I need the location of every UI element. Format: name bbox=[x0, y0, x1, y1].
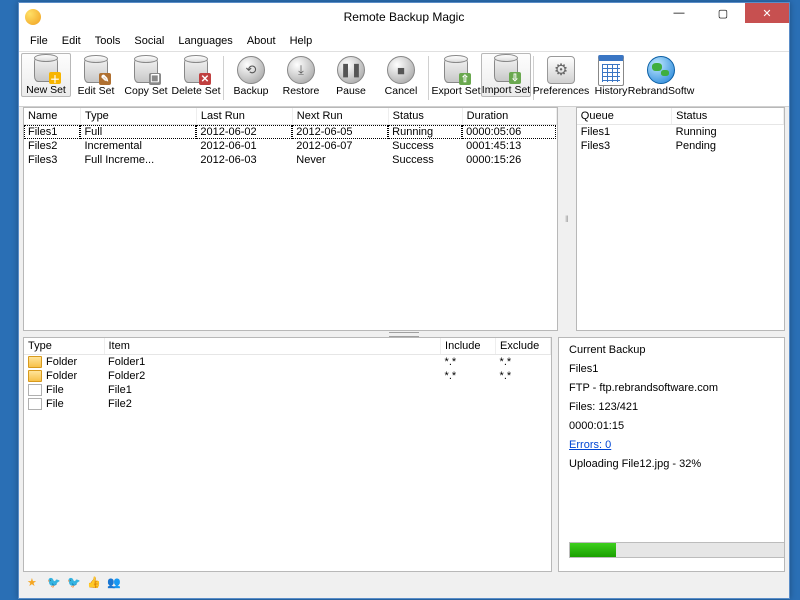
copy-set-label: Copy Set bbox=[124, 85, 167, 97]
queue-row[interactable]: Files1 Running bbox=[577, 125, 784, 140]
items-list[interactable]: Type Item Include Exclude Folder Folder1… bbox=[23, 337, 552, 572]
current-backup-header: Current Backup bbox=[569, 344, 774, 356]
col-queue-status[interactable]: Status bbox=[672, 108, 784, 125]
col-item[interactable]: Item bbox=[104, 338, 441, 355]
preferences-label: Preferences bbox=[533, 85, 590, 97]
col-queue[interactable]: Queue bbox=[577, 108, 672, 125]
maximize-button[interactable]: ▢ bbox=[701, 3, 745, 23]
col-lastrun[interactable]: Last Run bbox=[196, 108, 292, 125]
progress-bar bbox=[569, 542, 785, 558]
current-backup-files: Files: 123/421 bbox=[569, 401, 774, 413]
col-duration[interactable]: Duration bbox=[462, 108, 556, 125]
like-icon[interactable]: 👍 bbox=[87, 576, 101, 590]
col-status[interactable]: Status bbox=[388, 108, 462, 125]
title-bar: Remote Backup Magic — ▢ ✕ bbox=[19, 3, 789, 31]
items-row[interactable]: File File1 bbox=[24, 383, 551, 397]
col-type[interactable]: Type bbox=[80, 108, 196, 125]
queue-row[interactable]: Files3 Pending bbox=[577, 139, 784, 153]
errors-link[interactable]: Errors: 0 bbox=[569, 439, 611, 451]
close-button[interactable]: ✕ bbox=[745, 3, 789, 23]
col-include[interactable]: Include bbox=[441, 338, 496, 355]
file-icon bbox=[28, 384, 42, 396]
current-backup-status: Uploading File12.jpg - 32% bbox=[569, 458, 774, 470]
progress-fill bbox=[570, 543, 616, 557]
delete-set-label: Delete Set bbox=[171, 85, 220, 97]
menu-about[interactable]: About bbox=[240, 35, 283, 47]
delete-set-button[interactable]: ✕ Delete Set bbox=[171, 54, 221, 97]
sets-row[interactable]: Files3 Full Increme... 2012-06-03 Never … bbox=[24, 153, 556, 167]
copy-set-button[interactable]: ❐ Copy Set bbox=[121, 54, 171, 97]
menu-bar: File Edit Tools Social Languages About H… bbox=[19, 31, 789, 52]
cancel-label: Cancel bbox=[385, 85, 418, 97]
folder-icon bbox=[28, 356, 42, 368]
col-nextrun[interactable]: Next Run bbox=[292, 108, 388, 125]
rebrandsoftware-button[interactable]: RebrandSoftw bbox=[636, 54, 686, 97]
cancel-button[interactable]: ■ Cancel bbox=[376, 54, 426, 97]
vertical-splitter[interactable] bbox=[564, 107, 570, 331]
export-set-button[interactable]: ⇧ Export Set bbox=[431, 54, 481, 97]
file-icon bbox=[28, 398, 42, 410]
sets-header-row: Name Type Last Run Next Run Status Durat… bbox=[24, 108, 556, 125]
menu-tools[interactable]: Tools bbox=[88, 35, 128, 47]
current-backup-elapsed: 0000:01:15 bbox=[569, 420, 774, 432]
col-item-type[interactable]: Type bbox=[24, 338, 104, 355]
new-set-button[interactable]: ＋ New Set bbox=[21, 53, 71, 97]
sets-row[interactable]: Files1 Full 2012-06-02 2012-06-05 Runnin… bbox=[24, 125, 556, 140]
twitter-icon[interactable]: 🐦 bbox=[67, 576, 81, 590]
export-set-label: Export Set bbox=[431, 85, 480, 97]
backup-label: Backup bbox=[233, 85, 268, 97]
import-set-label: Import Set bbox=[482, 84, 530, 96]
menu-edit[interactable]: Edit bbox=[55, 35, 88, 47]
current-backup-dest: FTP - ftp.rebrandsoftware.com bbox=[569, 382, 774, 394]
import-set-button[interactable]: ⇩ Import Set bbox=[481, 53, 531, 97]
items-row[interactable]: Folder Folder1 *.* *.* bbox=[24, 355, 551, 370]
rebrandsoftware-label: RebrandSoftw bbox=[628, 85, 695, 97]
edit-set-button[interactable]: ✎ Edit Set bbox=[71, 54, 121, 97]
menu-languages[interactable]: Languages bbox=[171, 35, 239, 47]
restore-label: Restore bbox=[283, 85, 320, 97]
work-area: Name Type Last Run Next Run Status Durat… bbox=[19, 107, 789, 598]
window-controls: — ▢ ✕ bbox=[657, 3, 789, 23]
items-row[interactable]: File File2 bbox=[24, 397, 551, 411]
restore-button[interactable]: ⤓ Restore bbox=[276, 54, 326, 97]
new-set-label: New Set bbox=[26, 84, 66, 96]
current-backup-panel: Current Backup Files1 FTP - ftp.rebrands… bbox=[558, 337, 785, 572]
twitter-icon[interactable]: 🐦 bbox=[47, 576, 61, 590]
people-icon[interactable]: 👥 bbox=[107, 576, 121, 590]
edit-set-label: Edit Set bbox=[78, 85, 115, 97]
col-exclude[interactable]: Exclude bbox=[496, 338, 551, 355]
col-name[interactable]: Name bbox=[24, 108, 80, 125]
minimize-button[interactable]: — bbox=[657, 3, 701, 23]
social-bar: ★ 🐦 🐦 👍 👥 bbox=[23, 572, 785, 594]
pause-label: Pause bbox=[336, 85, 366, 97]
menu-file[interactable]: File bbox=[23, 35, 55, 47]
items-row[interactable]: Folder Folder2 *.* *.* bbox=[24, 369, 551, 383]
backup-button[interactable]: ⟲ Backup bbox=[226, 54, 276, 97]
pause-button[interactable]: ❚❚ Pause bbox=[326, 54, 376, 97]
star-icon[interactable]: ★ bbox=[27, 576, 41, 590]
toolbar: ＋ New Set ✎ Edit Set ❐ Copy Set ✕ Delete… bbox=[19, 52, 789, 107]
history-label: History bbox=[595, 85, 628, 97]
toolbar-separator bbox=[428, 56, 429, 100]
queue-list[interactable]: Queue Status Files1 Running Files3 Pendi… bbox=[576, 107, 785, 331]
sets-row[interactable]: Files2 Incremental 2012-06-01 2012-06-07… bbox=[24, 139, 556, 153]
app-window: Remote Backup Magic — ▢ ✕ File Edit Tool… bbox=[18, 2, 790, 599]
folder-icon bbox=[28, 370, 42, 382]
toolbar-separator bbox=[223, 56, 224, 100]
current-backup-set: Files1 bbox=[569, 363, 774, 375]
preferences-button[interactable]: ⚙ Preferences bbox=[536, 54, 586, 97]
menu-social[interactable]: Social bbox=[127, 35, 171, 47]
sets-list[interactable]: Name Type Last Run Next Run Status Durat… bbox=[23, 107, 558, 331]
menu-help[interactable]: Help bbox=[283, 35, 320, 47]
horizontal-splitter[interactable] bbox=[23, 331, 785, 337]
